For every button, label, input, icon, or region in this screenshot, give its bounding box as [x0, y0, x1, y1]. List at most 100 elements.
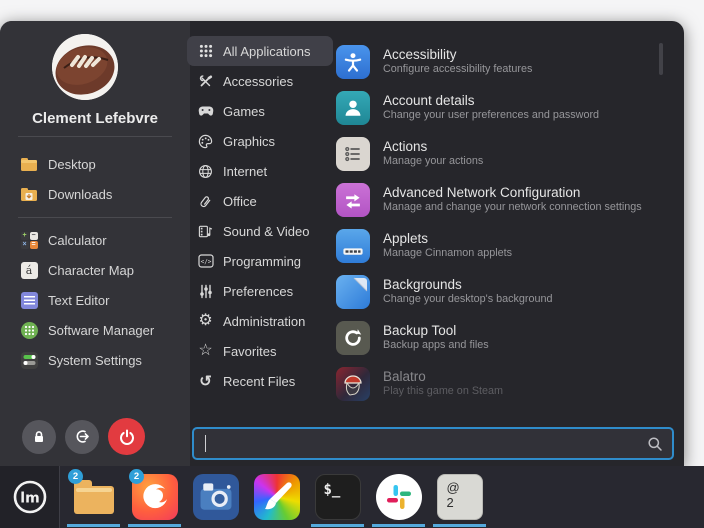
category-programming[interactable]: </> Programming	[187, 246, 333, 276]
category-sound-video[interactable]: Sound & Video	[187, 216, 333, 246]
football-avatar-image	[52, 34, 118, 100]
app-backgrounds[interactable]: BackgroundsChange your desktop's backgro…	[336, 269, 674, 315]
actions-icon	[336, 137, 370, 171]
taskbar-slack[interactable]	[368, 466, 429, 528]
sidebar-item-label: Calculator	[48, 233, 107, 248]
text-editor-icon	[20, 291, 38, 309]
app-description: Manage your actions	[383, 155, 483, 168]
app-actions[interactable]: ActionsManage your actions	[336, 131, 674, 177]
palette-icon	[197, 134, 214, 149]
logout-button[interactable]	[65, 420, 99, 454]
taskbar-paint-app[interactable]	[246, 466, 307, 528]
category-favorites[interactable]: ☆ Favorites	[187, 336, 333, 366]
sidebar-item-desktop[interactable]: Desktop	[12, 150, 188, 178]
category-accessories[interactable]: Accessories	[187, 66, 333, 96]
sidebar-item-software-manager[interactable]: Software Manager	[12, 316, 188, 344]
category-label: Office	[223, 194, 257, 209]
category-label: Programming	[223, 254, 301, 269]
category-label: Favorites	[223, 344, 276, 359]
application-list: AccessibilityConfigure accessibility fea…	[336, 39, 674, 407]
accessibility-icon	[336, 45, 370, 79]
avatar[interactable]	[52, 34, 118, 100]
folder-download-icon	[20, 185, 38, 203]
category-internet[interactable]: Internet	[187, 156, 333, 186]
apps-scrollbar[interactable]	[659, 43, 663, 75]
search-icon	[647, 436, 663, 457]
window-count-badge: 2	[68, 469, 83, 484]
app-accessibility[interactable]: AccessibilityConfigure accessibility fea…	[336, 39, 674, 85]
menu-button[interactable]: lm	[0, 466, 60, 528]
taskbar-terminal[interactable]: $_	[307, 466, 368, 528]
sliders-icon	[197, 284, 214, 299]
code-icon: </>	[197, 254, 214, 268]
app-description: Backup apps and files	[383, 339, 489, 352]
app-description: Change your desktop's background	[383, 293, 553, 306]
tools-icon	[197, 74, 214, 89]
category-label: Sound & Video	[223, 224, 310, 239]
app-description: Play this game on Steam	[383, 385, 503, 398]
sidebar-item-calculator[interactable]: + − × = Calculator	[12, 226, 188, 254]
system-settings-icon	[20, 351, 38, 369]
app-applets[interactable]: AppletsManage Cinnamon applets	[336, 223, 674, 269]
app-name: Accessibility	[383, 48, 532, 63]
lock-screen-button[interactable]	[22, 420, 56, 454]
sidebar-item-label: Software Manager	[48, 323, 154, 338]
running-indicator	[372, 524, 425, 527]
applets-icon	[336, 229, 370, 263]
category-label: All Applications	[223, 44, 310, 59]
network-icon	[336, 183, 370, 217]
app-description: Manage Cinnamon applets	[383, 247, 512, 260]
shutdown-button[interactable]	[108, 418, 145, 455]
sidebar-item-label: Text Editor	[48, 293, 109, 308]
category-label: Preferences	[223, 284, 293, 299]
history-icon: ↺	[197, 374, 214, 389]
app-description: Manage and change your network connectio…	[383, 201, 642, 214]
sidebar-item-system-settings[interactable]: System Settings	[12, 346, 188, 374]
taskbar-character-app[interactable]: @ 2	[429, 466, 490, 528]
taskbar-screenshot-tool[interactable]	[185, 466, 246, 528]
app-name: Backup Tool	[383, 324, 489, 339]
category-games[interactable]: Games	[187, 96, 333, 126]
app-advanced-network-configuration[interactable]: Advanced Network ConfigurationManage and…	[336, 177, 674, 223]
running-indicator	[433, 524, 486, 527]
app-balatro[interactable]: BalatroPlay this game on Steam	[336, 361, 674, 407]
paint-brush-icon	[254, 474, 300, 520]
category-administration[interactable]: ⚙ Administration	[187, 306, 333, 336]
paperclip-icon	[197, 194, 214, 209]
window-count-badge: 2	[129, 469, 144, 484]
screenshot-camera-icon	[193, 474, 239, 520]
app-name: Actions	[383, 140, 483, 155]
category-all-applications[interactable]: All Applications	[187, 36, 333, 66]
taskbar-launchers: 2 2 $_	[63, 466, 490, 528]
logout-icon	[74, 428, 91, 445]
sidebar-item-label: Downloads	[48, 187, 112, 202]
character-app-icon: @ 2	[437, 474, 483, 520]
sidebar-item-label: Character Map	[48, 263, 134, 278]
category-label: Administration	[223, 314, 305, 329]
search-input[interactable]	[192, 427, 674, 460]
sidebar-item-character-map[interactable]: á Character Map	[12, 256, 188, 284]
sidebar-item-text-editor[interactable]: Text Editor	[12, 286, 188, 314]
category-label: Internet	[223, 164, 267, 179]
running-indicator	[311, 524, 364, 527]
category-office[interactable]: Office	[187, 186, 333, 216]
backgrounds-icon	[336, 275, 370, 309]
category-preferences[interactable]: Preferences	[187, 276, 333, 306]
app-name: Backgrounds	[383, 278, 553, 293]
sidebar-item-downloads[interactable]: Downloads	[12, 180, 188, 208]
category-recent-files[interactable]: ↺ Recent Files	[187, 366, 333, 396]
slack-icon	[376, 474, 422, 520]
app-name: Account details	[383, 94, 599, 109]
account-icon	[336, 91, 370, 125]
app-backup-tool[interactable]: Backup ToolBackup apps and files	[336, 315, 674, 361]
running-indicator	[128, 524, 181, 527]
taskbar-file-manager[interactable]: 2	[63, 466, 124, 528]
globe-icon	[197, 164, 214, 179]
category-label: Recent Files	[223, 374, 295, 389]
power-icon	[118, 428, 136, 446]
session-buttons	[22, 418, 145, 455]
category-graphics[interactable]: Graphics	[187, 126, 333, 156]
app-account-details[interactable]: Account detailsChange your user preferen…	[336, 85, 674, 131]
taskbar-firefox[interactable]: 2	[124, 466, 185, 528]
folder-icon	[20, 155, 38, 173]
